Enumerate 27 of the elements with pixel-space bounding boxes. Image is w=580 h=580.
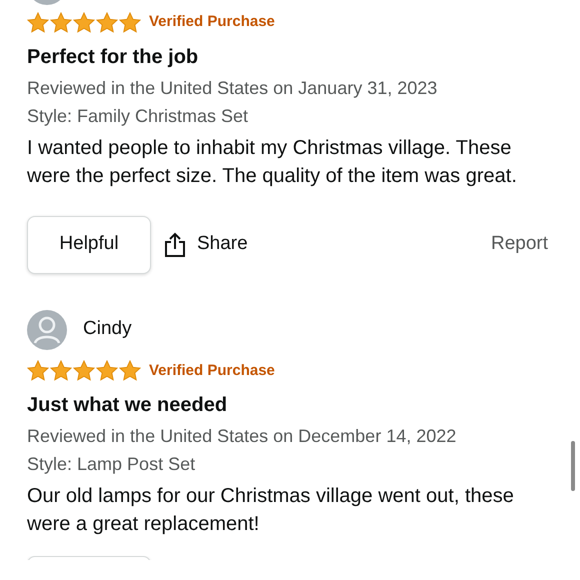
review-title: Perfect for the job (27, 44, 200, 70)
review-text: Our old lamps for our Christmas village went out, these were a great replacement! (27, 484, 515, 537)
verified-purchase-label: Verified Purchase (149, 12, 275, 32)
share-button[interactable]: Share (163, 230, 248, 259)
avatar-icon (27, 310, 67, 350)
reviewer-name: Cindy (83, 317, 132, 342)
review-title: Just what we needed (27, 393, 228, 418)
helpful-button[interactable]: Helpful (27, 216, 151, 274)
review-date: Reviewed in the United States on December 14, 2022 (27, 425, 458, 448)
star-icon (27, 12, 49, 33)
verified-purchase-label: Verified Purchase (149, 360, 275, 380)
report-link[interactable]: Report (490, 230, 548, 259)
star-icon (119, 12, 141, 33)
star-icon (27, 360, 49, 382)
star-icon (50, 360, 72, 382)
star-icon (96, 12, 118, 33)
review-style: Style: Lamp Post Set (27, 453, 196, 476)
scrollbar[interactable] (571, 441, 575, 491)
review-text: I wanted people to inhabit my Christmas village. These were the perfect size. The quality of the item was great. (27, 136, 518, 188)
review-style: Style: Family Christmas Set (27, 104, 250, 128)
star-icon (96, 360, 118, 382)
star-icon (73, 12, 95, 33)
star-icon (50, 12, 72, 33)
review-date: Reviewed in the United States on January 31, 2023 (27, 76, 438, 100)
star-icon (119, 360, 141, 382)
share-icon (163, 232, 187, 258)
star-icon (73, 360, 95, 382)
